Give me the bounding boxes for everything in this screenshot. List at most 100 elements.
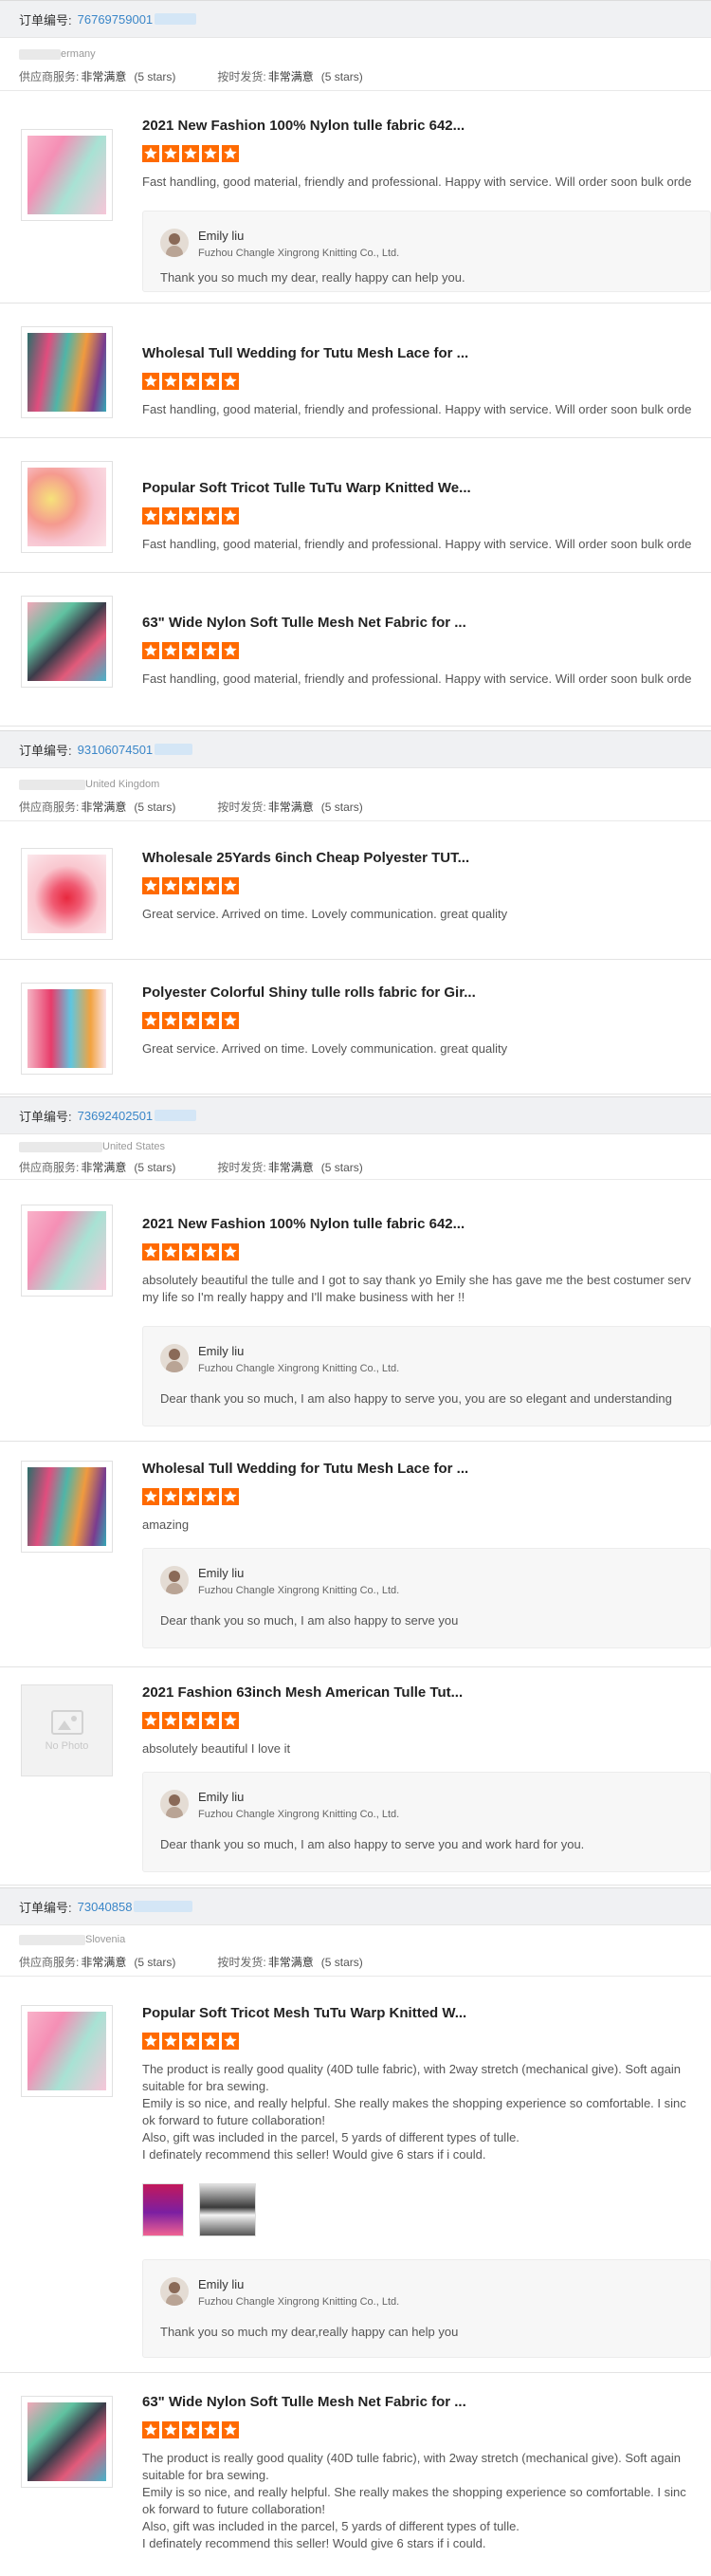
product-title-link[interactable]: 2021 New Fashion 100% Nylon tulle fabric… — [142, 118, 711, 134]
reply-text: Thank you so much my dear,really happy c… — [160, 2325, 459, 2339]
review-photo[interactable] — [142, 2183, 184, 2236]
order-number-link[interactable]: 93106074501 — [78, 743, 154, 757]
product-title-link[interactable]: 2021 Fashion 63inch Mesh American Tulle … — [142, 1684, 711, 1701]
buyer-country: United States — [102, 1141, 166, 1152]
product-title-link[interactable]: 63" Wide Nylon Soft Tulle Mesh Net Fabri… — [142, 615, 711, 631]
avatar — [160, 2277, 189, 2306]
reply-text: Dear thank you so much, I am also happy … — [160, 1613, 459, 1628]
tulle-fabric-image — [27, 2012, 106, 2090]
supplier-service-stars: (5 stars) — [134, 1955, 176, 1969]
avatar — [160, 1566, 189, 1594]
order-number-label: 订单编号: — [19, 12, 72, 28]
product-title-link[interactable]: Popular Soft Tricot Tulle TuTu Warp Knit… — [142, 480, 711, 496]
star-icon — [222, 2421, 239, 2438]
star-icon — [202, 507, 219, 524]
order-number-link[interactable]: 73040858 — [78, 1900, 133, 1914]
supplier-service-label: 供应商服务: — [19, 800, 80, 814]
avatar — [160, 229, 189, 257]
product-thumbnail[interactable] — [21, 848, 113, 940]
star-icon — [182, 373, 199, 390]
star-icon — [222, 1712, 239, 1729]
order-header: 订单编号: 73692402501 — [0, 1096, 711, 1134]
star-icon — [162, 1012, 179, 1029]
order-number-label: 订单编号: — [19, 743, 72, 758]
product-thumbnail[interactable] — [21, 2005, 113, 2097]
reply-company: Fuzhou Changle Xingrong Knitting Co., Lt… — [198, 1363, 400, 1374]
no-photo-label: No Photo — [45, 1739, 89, 1752]
star-rating — [142, 145, 711, 162]
star-icon — [202, 1012, 219, 1029]
star-icon — [202, 2421, 219, 2438]
star-icon — [182, 1012, 199, 1029]
product-thumbnail[interactable] — [21, 1205, 113, 1297]
star-icon — [162, 642, 179, 659]
reply-author: Emily liu — [198, 1790, 245, 1804]
review-item: No Photo 2021 Fashion 63inch Mesh Americ… — [0, 1667, 711, 1886]
star-icon — [222, 373, 239, 390]
star-icon — [162, 507, 179, 524]
product-title-link[interactable]: 63" Wide Nylon Soft Tulle Mesh Net Fabri… — [142, 2394, 711, 2410]
supplier-service-stars: (5 stars) — [134, 69, 176, 83]
redacted-order-digits — [134, 1901, 193, 1912]
product-title-link[interactable]: Wholesale 25Yards 6inch Cheap Polyester … — [142, 850, 711, 866]
star-icon — [182, 2033, 199, 2050]
review-text: amazing — [142, 1518, 190, 1532]
review-item: 63" Wide Nylon Soft Tulle Mesh Net Fabri… — [0, 573, 711, 727]
star-rating — [142, 373, 711, 390]
star-rating — [142, 1488, 711, 1505]
buyer-info: United States — [0, 1138, 711, 1155]
supplier-service-stars: (5 stars) — [134, 1160, 176, 1174]
review-text: Fast handling, good material, friendly a… — [142, 175, 692, 189]
star-rating — [142, 877, 711, 894]
product-thumbnail[interactable] — [21, 1461, 113, 1553]
review-text: Great service. Arrived on time. Lovely c… — [142, 1041, 508, 1056]
star-icon — [202, 373, 219, 390]
buyer-country: United Kingdom — [85, 779, 160, 790]
supplier-service-stars: (5 stars) — [134, 800, 176, 814]
product-title-link[interactable]: Wholesal Tull Wedding for Tutu Mesh Lace… — [142, 345, 711, 361]
product-thumbnail[interactable] — [21, 983, 113, 1075]
supplier-service-value: 非常满意 — [81, 70, 127, 83]
reply-company: Fuzhou Changle Xingrong Knitting Co., Lt… — [198, 1585, 400, 1596]
seller-ratings: 供应商服务: 非常满意 (5 stars) 按时发货: 非常满意 (5 star… — [0, 1948, 711, 1977]
star-icon — [222, 642, 239, 659]
star-icon — [162, 145, 179, 162]
order-number-link[interactable]: 73692402501 — [78, 1109, 154, 1123]
product-thumbnail[interactable] — [21, 129, 113, 221]
on-time-value: 非常满意 — [267, 800, 314, 814]
product-thumbnail[interactable] — [21, 461, 113, 553]
on-time-stars: (5 stars) — [320, 1160, 363, 1174]
redacted-order-digits — [155, 1110, 197, 1121]
tulle-fabric-image — [27, 1467, 106, 1546]
on-time-stars: (5 stars) — [320, 800, 363, 814]
seller-ratings: 供应商服务: 非常满意 (5 stars) 按时发货: 非常满意 (5 star… — [0, 1155, 711, 1180]
star-icon — [202, 2033, 219, 2050]
buyer-info: ermany — [0, 46, 711, 63]
product-thumbnail[interactable] — [21, 596, 113, 688]
product-title-link[interactable]: Popular Soft Tricot Mesh TuTu Warp Knitt… — [142, 2005, 711, 2021]
product-thumbnail[interactable] — [21, 2396, 113, 2488]
star-icon — [142, 1243, 159, 1260]
order-header: 订单编号: 76769759001 — [0, 0, 711, 38]
reply-text: Dear thank you so much, I am also happy … — [160, 1837, 585, 1851]
order-number-link[interactable]: 76769759001 — [78, 12, 154, 27]
review-photo[interactable] — [199, 2183, 256, 2236]
product-title-link[interactable]: 2021 New Fashion 100% Nylon tulle fabric… — [142, 1216, 711, 1232]
product-title-link[interactable]: Wholesal Tull Wedding for Tutu Mesh Lace… — [142, 1461, 711, 1477]
star-icon — [202, 1243, 219, 1260]
buyer-info: Slovenia — [0, 1931, 711, 1948]
reply-company: Fuzhou Changle Xingrong Knitting Co., Lt… — [198, 248, 400, 259]
product-title-link[interactable]: Polyester Colorful Shiny tulle rolls fab… — [142, 984, 711, 1001]
redacted-order-digits — [155, 744, 193, 755]
tulle-fabric-image — [27, 333, 106, 412]
order-header: 订单编号: 93106074501 — [0, 730, 711, 768]
product-thumbnail[interactable] — [21, 326, 113, 418]
seller-reply: Emily liu Fuzhou Changle Xingrong Knitti… — [142, 1772, 711, 1872]
review-text: Fast handling, good material, friendly a… — [142, 672, 692, 686]
redacted-buyer-name — [19, 779, 85, 790]
supplier-service-label: 供应商服务: — [19, 70, 80, 83]
star-icon — [142, 877, 159, 894]
reply-author: Emily liu — [198, 229, 245, 243]
star-icon — [182, 877, 199, 894]
on-time-label: 按时发货: — [217, 70, 266, 83]
